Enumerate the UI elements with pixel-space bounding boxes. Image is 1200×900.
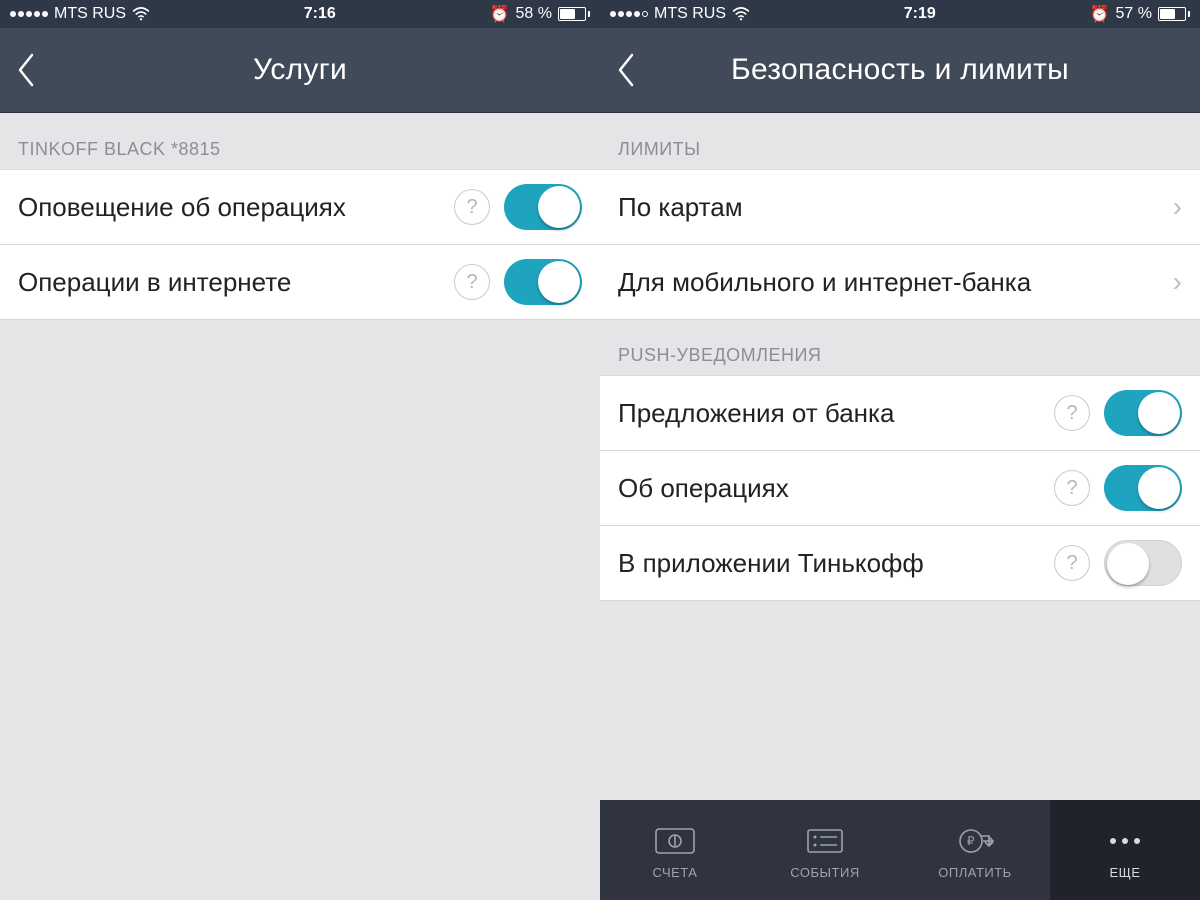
- toggle-bank-offers[interactable]: [1104, 390, 1182, 436]
- help-icon[interactable]: ?: [1054, 470, 1090, 506]
- help-icon[interactable]: ?: [454, 189, 490, 225]
- row-label: В приложении Тинькофф: [618, 548, 1054, 579]
- tab-label: СЧЕТА: [653, 865, 698, 880]
- push-group: Предложения от банка ? Об операциях ? В …: [600, 376, 1200, 600]
- events-icon: [803, 821, 847, 861]
- svg-text:₽: ₽: [967, 834, 975, 848]
- navbar: Безопасность и лимиты: [600, 28, 1200, 113]
- section-header: TINKOFF BLACK *8815: [0, 113, 600, 170]
- back-button[interactable]: [12, 50, 40, 90]
- more-icon: [1110, 821, 1140, 861]
- row-by-cards[interactable]: По картам ›: [600, 170, 1200, 245]
- toggle-in-app[interactable]: [1104, 540, 1182, 586]
- row-label: Об операциях: [618, 473, 1054, 504]
- row-internet-ops: Операции в интернете ?: [0, 245, 600, 319]
- tab-label: СОБЫТИЯ: [790, 865, 859, 880]
- toggle-about-ops[interactable]: [1104, 465, 1182, 511]
- wifi-icon: [732, 7, 750, 21]
- settings-group: Оповещение об операциях ? Операции в инт…: [0, 170, 600, 319]
- toggle-internet-ops[interactable]: [504, 259, 582, 305]
- row-label: Операции в интернете: [18, 267, 454, 298]
- phone-left: MTS RUS 7:16 ⏰ 58 % Услуги TINKOFF BLACK…: [0, 0, 600, 900]
- tab-accounts[interactable]: СЧЕТА: [600, 800, 750, 900]
- pay-icon: ₽: [953, 821, 997, 861]
- carrier-label: MTS RUS: [654, 5, 726, 23]
- tab-label: ОПЛАТИТЬ: [938, 865, 1011, 880]
- row-about-ops: Об операциях ?: [600, 451, 1200, 526]
- phone-right: MTS RUS 7:19 ⏰ 57 % Безопасность и лимит…: [600, 0, 1200, 900]
- help-icon[interactable]: ?: [1054, 545, 1090, 581]
- status-time: 7:19: [904, 5, 936, 23]
- chevron-right-icon: ›: [1173, 266, 1182, 298]
- status-bar: MTS RUS 7:19 ⏰ 57 %: [600, 0, 1200, 28]
- row-mobile-internet-bank[interactable]: Для мобильного и интернет-банка ›: [600, 245, 1200, 319]
- battery-text: 58 %: [516, 5, 552, 23]
- row-label: По картам: [618, 192, 1165, 223]
- battery-text: 57 %: [1116, 5, 1152, 23]
- wifi-icon: [132, 7, 150, 21]
- tab-label: ЕЩЕ: [1109, 865, 1140, 880]
- alarm-icon: ⏰: [1090, 4, 1110, 24]
- chevron-right-icon: ›: [1173, 191, 1182, 223]
- row-label: Оповещение об операциях: [18, 192, 454, 223]
- row-label: Для мобильного и интернет-банка: [618, 267, 1165, 298]
- status-bar: MTS RUS 7:16 ⏰ 58 %: [0, 0, 600, 28]
- row-label: Предложения от банка: [618, 398, 1054, 429]
- row-in-app: В приложении Тинькофф ?: [600, 526, 1200, 600]
- tab-bar: СЧЕТА СОБЫТИЯ ₽ ОПЛАТИТЬ ЕЩЕ: [600, 800, 1200, 900]
- help-icon[interactable]: ?: [1054, 395, 1090, 431]
- section-header-limits: ЛИМИТЫ: [600, 113, 1200, 170]
- row-notifications: Оповещение об операциях ?: [0, 170, 600, 245]
- signal-dots: [10, 11, 48, 17]
- row-bank-offers: Предложения от банка ?: [600, 376, 1200, 451]
- tab-pay[interactable]: ₽ ОПЛАТИТЬ: [900, 800, 1050, 900]
- carrier-label: MTS RUS: [54, 5, 126, 23]
- status-time: 7:16: [304, 5, 336, 23]
- alarm-icon: ⏰: [490, 4, 510, 24]
- section-header-push: PUSH-УВЕДОМЛЕНИЯ: [600, 319, 1200, 376]
- toggle-notifications[interactable]: [504, 184, 582, 230]
- signal-dots: [610, 11, 648, 17]
- nav-title: Безопасность и лимиты: [600, 53, 1200, 87]
- accounts-icon: [653, 821, 697, 861]
- nav-title: Услуги: [0, 53, 600, 87]
- help-icon[interactable]: ?: [454, 264, 490, 300]
- tab-more[interactable]: ЕЩЕ: [1050, 800, 1200, 900]
- back-button[interactable]: [612, 50, 640, 90]
- navbar: Услуги: [0, 28, 600, 113]
- battery-icon: [1158, 7, 1190, 21]
- limits-group: По картам › Для мобильного и интернет-ба…: [600, 170, 1200, 319]
- tab-events[interactable]: СОБЫТИЯ: [750, 800, 900, 900]
- battery-icon: [558, 7, 590, 21]
